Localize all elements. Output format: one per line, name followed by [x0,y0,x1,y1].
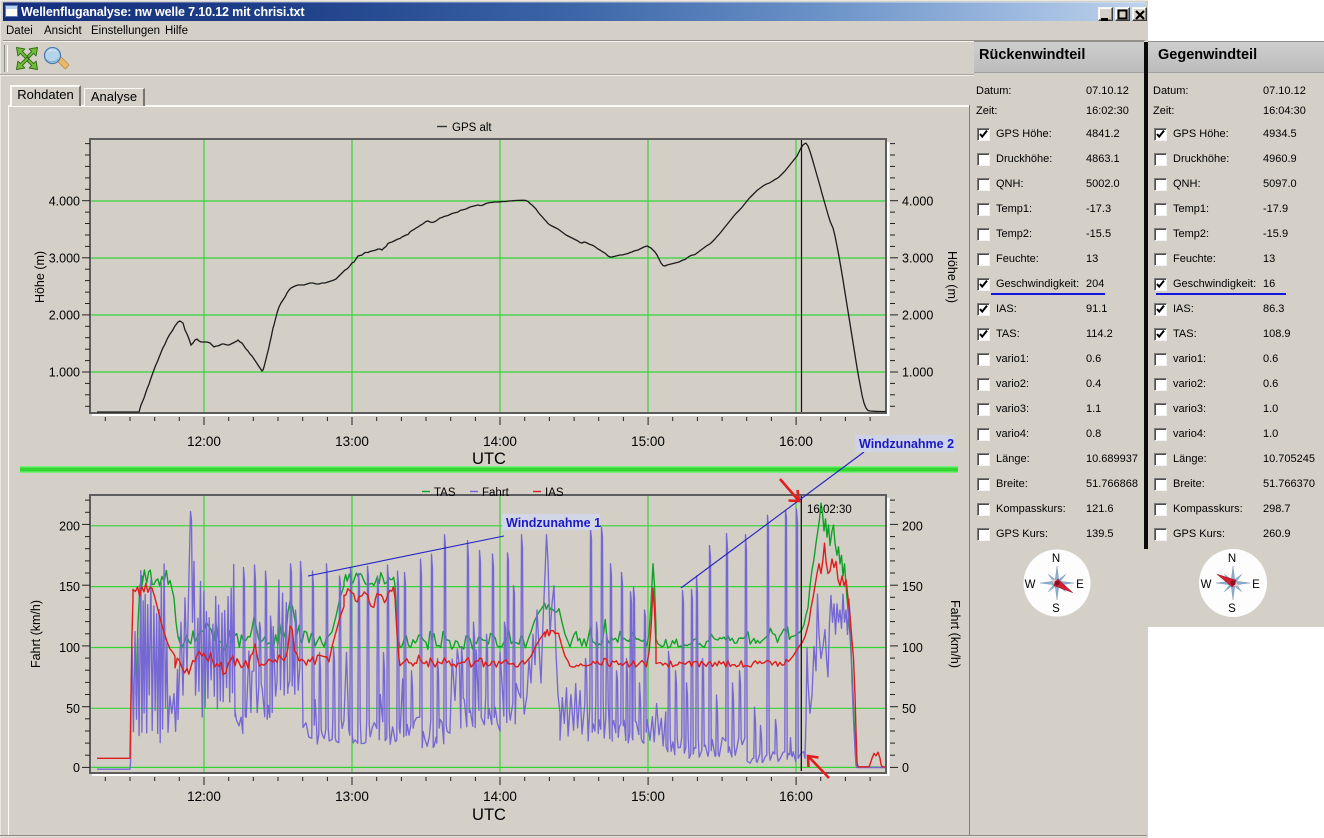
svg-text:E: E [1252,579,1260,591]
svg-text:E: E [1076,579,1084,591]
svg-text:N: N [1052,553,1060,565]
svg-text:W: W [1201,579,1212,591]
svg-text:W: W [1025,579,1036,591]
svg-text:S: S [1228,603,1236,615]
svg-text:N: N [1228,553,1236,565]
svg-text:S: S [1052,603,1060,615]
